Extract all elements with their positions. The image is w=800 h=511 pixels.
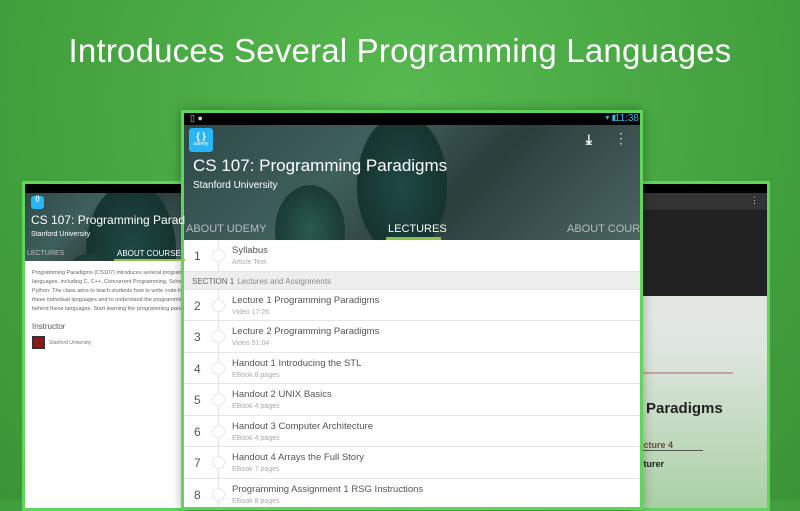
udemy-logo: { } udemy: [189, 128, 213, 152]
right-screenshot: ⋮ Paradigms Lecture 4 Lecturer: [630, 181, 770, 511]
tab-about-udemy[interactable]: ABOUT UDEMY: [186, 223, 266, 235]
main-screenshot: ▯ ● ▾ ▮ 11:38 { } udemy ⤓ ⋮ CS 107: Progr…: [181, 110, 643, 510]
instructor-heading: Instructor: [32, 322, 66, 331]
lecture-row[interactable]: 8 Programming Assignment 1 RSG Instructio…: [184, 478, 640, 507]
download-icon[interactable]: ⤓: [586, 131, 592, 148]
course-university: Stanford University: [31, 231, 91, 238]
tab-lectures[interactable]: LECTURES: [27, 250, 64, 257]
instructor-name[interactable]: Stanford University: [49, 340, 91, 346]
course-title: CS 107: Programming Paradigms: [193, 156, 448, 175]
lecture-list: 1 Syllabus Article Text SECTION 1 Lectures …: [184, 240, 640, 507]
stanford-logo-icon: [32, 336, 45, 349]
lecture-row[interactable]: 3 Lecture 2 Programming Paradigms Video 51…: [184, 321, 640, 353]
lecture-row[interactable]: 2 Lecture 1 Programming Paradigms Video 17…: [184, 289, 640, 321]
overflow-menu-icon[interactable]: ⋮: [614, 130, 628, 147]
course-description: Programming Paradigms (CS107) introduces…: [32, 270, 185, 312]
left-screenshot: {} CS 107: Programming Paradigms Stanfor…: [22, 181, 188, 511]
slide-lecture: Lecture 4: [633, 440, 703, 451]
lecture-row[interactable]: 1 Syllabus Article Text: [184, 240, 640, 272]
lecture-row[interactable]: 7 Handout 4 Arrays the Full Story EBook 7 …: [184, 447, 640, 479]
lecture-row[interactable]: 4 Handout 1 Introducing the STL EBook 8 pa…: [184, 352, 640, 384]
status-bar: ▯ ● ▾ ▮ 11:38: [184, 113, 640, 125]
course-title: CS 107: Programming Paradigms: [31, 213, 185, 227]
clock: 11:38: [614, 113, 639, 124]
active-tab-indicator: [386, 237, 441, 240]
tab-lectures[interactable]: LECTURES: [388, 223, 447, 235]
udemy-logo: {}: [31, 196, 44, 209]
overflow-menu-icon[interactable]: ⋮: [750, 195, 759, 206]
section-header: SECTION 1 Lectures and Assignments: [184, 271, 640, 290]
lecture-row[interactable]: 6 Handout 3 Computer Architecture EBook 4 …: [184, 415, 640, 447]
lecture-row[interactable]: 5 Handout 2 UNIX Basics EBook 4 pages: [184, 384, 640, 416]
slide-title: Paradigms: [646, 400, 723, 417]
tab-about-course[interactable]: ABOUT COURSE: [567, 223, 640, 235]
course-header: { } udemy ⤓ ⋮ CS 107: Programming Paradig…: [184, 125, 640, 240]
headline: Introduces Several Programming Languages: [68, 32, 732, 69]
notification-icon: ▯ ●: [190, 113, 203, 123]
tab-about-course[interactable]: ABOUT COURSE: [117, 249, 181, 258]
course-university: Stanford University: [193, 180, 278, 191]
